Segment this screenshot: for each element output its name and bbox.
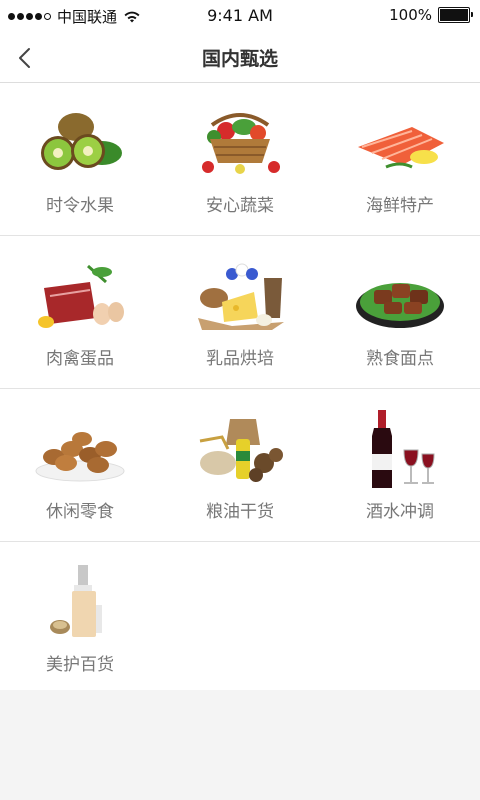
category-vegetables[interactable]: 安心蔬菜 [160,83,320,235]
category-row: 肉禽蛋品 乳品烘培 熟食面点 [0,236,480,389]
category-drinks[interactable]: 酒水冲调 [320,389,480,541]
vegetable-basket-image [190,105,290,183]
category-dairy[interactable]: 乳品烘培 [160,236,320,388]
battery-fill [440,9,468,21]
category-row: 美护百货 [0,542,480,690]
category-label: 熟食面点 [366,349,434,369]
category-fruit[interactable]: 时令水果 [0,83,160,235]
category-snacks[interactable]: 休闲零食 [0,389,160,541]
dairy-cheese-image [190,258,290,336]
nav-bar: 国内甄选 [0,32,480,83]
cosmetics-bottle-image [30,564,130,642]
category-label: 粮油干货 [206,502,274,522]
category-grid: 时令水果 安心蔬菜 海鲜特产 肉禽蛋品 乳品烘培 熟食面点 休闲零食 粮油干货 … [0,83,480,690]
kiwi-fruit-image [30,105,130,183]
meat-eggs-image [30,258,130,336]
category-label: 美护百货 [46,655,114,675]
category-seafood[interactable]: 海鲜特产 [320,83,480,235]
category-label: 海鲜特产 [366,196,434,216]
status-bar: 中国联通 9:41 AM 100% [0,0,480,32]
battery-percent: 100% [389,6,432,24]
category-label: 时令水果 [46,196,114,216]
pecan-nuts-image [30,411,130,489]
category-row: 休闲零食 粮油干货 酒水冲调 [0,389,480,542]
page-title: 国内甄选 [201,48,278,70]
category-label: 乳品烘培 [206,349,274,369]
category-deli[interactable]: 熟食面点 [320,236,480,388]
category-label: 肉禽蛋品 [46,349,114,369]
category-meat-eggs[interactable]: 肉禽蛋品 [0,236,160,388]
category-row: 时令水果 安心蔬菜 海鲜特产 [0,83,480,236]
category-beauty[interactable]: 美护百货 [0,542,160,690]
status-right: 100% [389,6,473,24]
grain-oil-image [190,411,290,489]
battery-icon [438,7,473,23]
category-grain-oil[interactable]: 粮油干货 [160,389,320,541]
red-wine-image [350,410,450,489]
cooked-meat-plate-image [350,258,450,336]
category-label: 酒水冲调 [366,502,434,522]
salmon-image [350,105,450,183]
category-label: 安心蔬菜 [206,196,274,216]
category-label: 休闲零食 [46,502,114,522]
